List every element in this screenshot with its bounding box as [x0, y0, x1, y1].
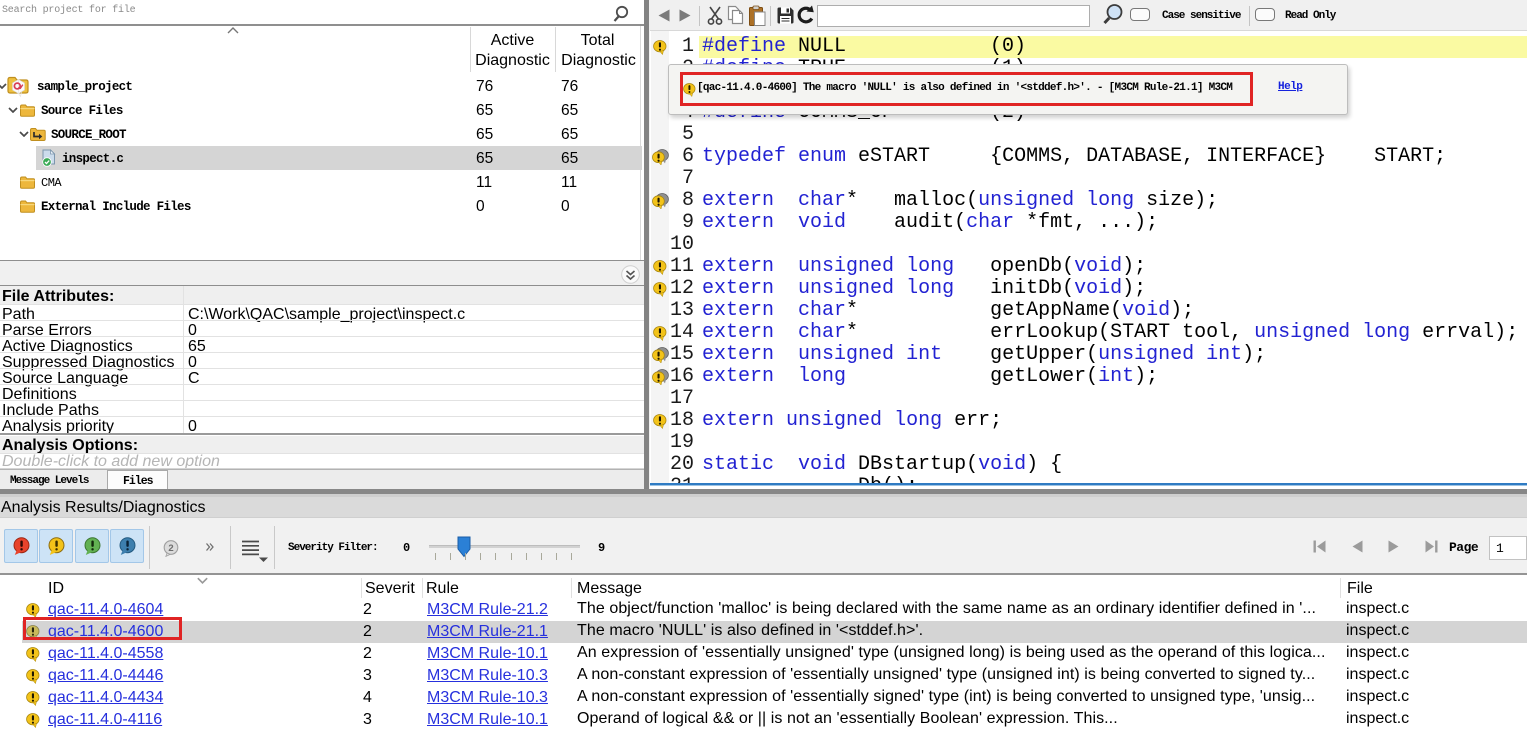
svg-text:2: 2 — [168, 543, 173, 554]
